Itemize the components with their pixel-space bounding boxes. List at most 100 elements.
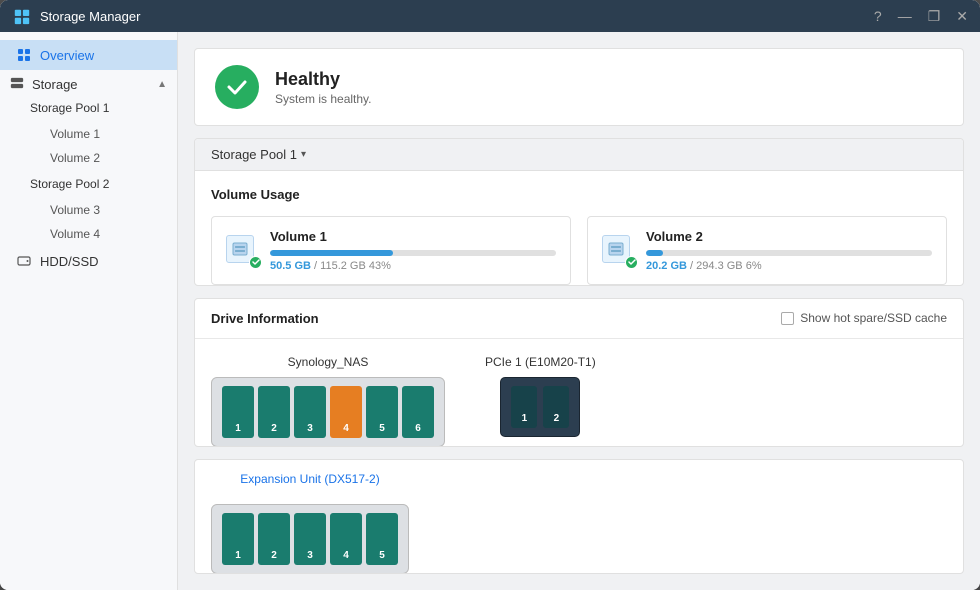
drive-slot-5: 5 — [366, 386, 398, 438]
overview-icon — [16, 47, 32, 63]
volume1-percent: 43 — [369, 260, 381, 272]
drive-slot-2: 2 — [258, 386, 290, 438]
volume1-used: 50.5 GB — [270, 260, 311, 272]
health-status-icon — [215, 65, 259, 109]
volume2-total: 294.3 GB — [696, 260, 742, 272]
health-title: Healthy — [275, 69, 371, 90]
pool1-label: Storage Pool 1 — [30, 101, 109, 115]
volume1-card: Volume 1 50.5 GB / 115.2 GB 43% — [211, 216, 571, 285]
sidebar-item-volume3[interactable]: Volume 3 — [42, 198, 177, 222]
pool-dropdown-arrow: ▾ — [301, 149, 306, 160]
pcie-slot-2: 2 — [543, 386, 569, 428]
drive-slot-6: 6 — [402, 386, 434, 438]
window-controls: ? — ❐ ✕ — [874, 9, 968, 23]
pool-header[interactable]: Storage Pool 1 ▾ — [195, 139, 963, 171]
titlebar: Storage Manager ? — ❐ ✕ — [0, 0, 980, 32]
help-button[interactable]: ? — [874, 9, 882, 23]
volume-usage-title: Volume Usage — [211, 187, 947, 202]
expansion-slot-2: 2 — [258, 513, 290, 565]
pool-content: Volume Usage — [195, 171, 963, 286]
synology-nas-unit: Synology_NAS 1 2 3 4 5 6 — [211, 355, 445, 447]
volume2-card: Volume 2 20.2 GB / 294.3 GB 6% — [587, 216, 947, 285]
volume1-info: Volume 1 50.5 GB / 115.2 GB 43% — [270, 229, 556, 272]
pool-section: Storage Pool 1 ▾ Volume Usage — [194, 138, 964, 286]
sidebar-item-hdd-ssd[interactable]: HDD/SSD — [0, 246, 177, 276]
main-content: Healthy System is healthy. Storage Pool … — [178, 32, 980, 590]
sidebar-item-overview-label: Overview — [40, 48, 94, 63]
show-spare-checkbox[interactable] — [781, 312, 794, 325]
health-text: Healthy System is healthy. — [275, 69, 371, 106]
volume1-stats: 50.5 GB / 115.2 GB 43% — [270, 260, 556, 272]
storage-pool-1-group: Storage Pool 1 Volume 1 Volume 2 — [0, 94, 177, 170]
drive-slot-1: 1 — [222, 386, 254, 438]
volume2-info: Volume 2 20.2 GB / 294.3 GB 6% — [646, 229, 932, 272]
volume2-used: 20.2 GB — [646, 260, 687, 272]
sidebar-storage-label: Storage — [32, 77, 78, 92]
volume1-status-badge — [249, 256, 262, 269]
pcie-unit: PCIe 1 (E10M20-T1) 1 2 — [485, 355, 596, 447]
pool-selector-label: Storage Pool 1 — [211, 147, 297, 162]
show-spare-label: Show hot spare/SSD cache — [800, 311, 947, 325]
sidebar-item-pool1[interactable]: Storage Pool 1 — [14, 94, 177, 122]
volume1-percent-sign: % — [381, 260, 391, 272]
drive-info-title: Drive Information — [211, 311, 319, 326]
health-card: Healthy System is healthy. — [194, 48, 964, 126]
volume2-name: Volume 2 — [646, 229, 932, 244]
expansion-slot-5: 5 — [366, 513, 398, 565]
expansion-chassis: 1 2 3 4 5 — [211, 504, 409, 574]
show-spare-toggle[interactable]: Show hot spare/SSD cache — [781, 311, 947, 325]
pool1-volumes: Volume 1 Volume 2 — [14, 122, 177, 170]
volume2-label: Volume 2 — [50, 151, 100, 165]
sidebar: Overview Storage ▲ Storage Pool 1 — [0, 32, 178, 590]
volume1-name: Volume 1 — [270, 229, 556, 244]
expansion-slot-4: 4 — [330, 513, 362, 565]
expansion-content: Expansion Unit (DX517-2) 1 2 3 4 5 — [195, 460, 963, 574]
sidebar-item-volume2[interactable]: Volume 2 — [42, 146, 177, 170]
volume1-total: 115.2 GB — [320, 260, 366, 272]
volume2-progress-bar — [646, 250, 932, 256]
drive-header: Drive Information Show hot spare/SSD cac… — [195, 299, 963, 339]
volume2-stats: 20.2 GB / 294.3 GB 6% — [646, 260, 932, 272]
app-title: Storage Manager — [40, 9, 874, 24]
sidebar-item-pool2[interactable]: Storage Pool 2 — [14, 170, 177, 198]
storage-icon — [10, 76, 26, 92]
app-icon — [12, 6, 32, 26]
volume2-progress-fill — [646, 250, 663, 256]
drive-slot-3: 3 — [294, 386, 326, 438]
expansion-slot-1: 1 — [222, 513, 254, 565]
volume2-percent-sign: % — [752, 260, 762, 272]
volume-row: Volume 1 50.5 GB / 115.2 GB 43% — [211, 216, 947, 285]
app-window: Storage Manager ? — ❐ ✕ Overview — [0, 0, 980, 590]
app-body: Overview Storage ▲ Storage Pool 1 — [0, 32, 980, 590]
volume1-progress-fill — [270, 250, 393, 256]
pool2-volumes: Volume 3 Volume 4 — [14, 198, 177, 246]
volume1-progress-bar — [270, 250, 556, 256]
expansion-section: Expansion Unit (DX517-2) 1 2 3 4 5 — [194, 459, 964, 574]
drive-slot-4: 4 — [330, 386, 362, 438]
volume1-icon — [226, 235, 258, 267]
hdd-ssd-label: HDD/SSD — [40, 254, 99, 269]
pcie-slot-1: 1 — [511, 386, 537, 428]
drive-content: Synology_NAS 1 2 3 4 5 6 PCIe 1 (E10M20-… — [195, 339, 963, 447]
storage-collapse-icon: ▲ — [157, 79, 167, 90]
sidebar-item-storage[interactable]: Storage ▲ — [0, 70, 177, 94]
storage-pool-2-group: Storage Pool 2 Volume 3 Volume 4 — [0, 170, 177, 246]
pool2-label: Storage Pool 2 — [30, 177, 109, 191]
expansion-unit: Expansion Unit (DX517-2) 1 2 3 4 5 — [211, 472, 409, 574]
expansion-link[interactable]: Expansion Unit (DX517-2) — [240, 472, 379, 486]
sidebar-item-overview[interactable]: Overview — [0, 40, 177, 70]
minimize-button[interactable]: — — [898, 9, 912, 23]
volume1-label: Volume 1 — [50, 127, 100, 141]
hdd-icon — [16, 253, 32, 269]
maximize-button[interactable]: ❐ — [928, 9, 941, 23]
drive-section: Drive Information Show hot spare/SSD cac… — [194, 298, 964, 447]
sidebar-item-volume4[interactable]: Volume 4 — [42, 222, 177, 246]
pcie-unit-name: PCIe 1 (E10M20-T1) — [485, 355, 596, 369]
volume4-label: Volume 4 — [50, 227, 100, 241]
sidebar-item-volume1[interactable]: Volume 1 — [42, 122, 177, 146]
synology-nas-name: Synology_NAS — [288, 355, 369, 369]
health-message: System is healthy. — [275, 92, 371, 106]
close-button[interactable]: ✕ — [956, 9, 968, 23]
expansion-slot-3: 3 — [294, 513, 326, 565]
pcie-chassis: 1 2 — [500, 377, 580, 437]
